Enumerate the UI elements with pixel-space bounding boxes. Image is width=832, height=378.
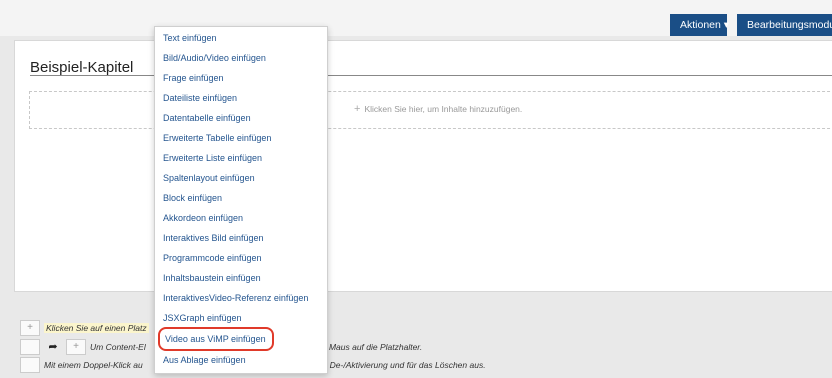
help-text-end: r Maus auf die Platzhalter. bbox=[323, 342, 423, 352]
help-text-start: Klicken Sie auf einen Platz bbox=[44, 323, 149, 333]
menu-item-column-layout[interactable]: Spaltenlayout einfügen bbox=[163, 171, 255, 185]
help-text-start: Mit einem Doppel-Klick au bbox=[44, 360, 143, 370]
top-toolbar: Aktionen ▾ Bearbeitungsmodus bbox=[0, 0, 832, 36]
menu-item-interactive-image[interactable]: Interaktives Bild einfügen bbox=[163, 231, 264, 245]
chapter-title: Beispiel-Kapitel bbox=[30, 59, 134, 76]
menu-item-file-list[interactable]: Dateiliste einfügen bbox=[163, 91, 237, 105]
help-text-start: Um Content-El bbox=[90, 342, 146, 352]
dropzone-hint[interactable]: + Klicken Sie hier, um Inhalte hinzuzufüg… bbox=[354, 103, 522, 115]
menu-item-block[interactable]: Block einfügen bbox=[163, 191, 222, 205]
menu-item-advanced-list[interactable]: Erweiterte Liste einfügen bbox=[163, 151, 262, 165]
title-divider bbox=[30, 75, 832, 76]
editor-help: +Klicken Sie auf einen Platzn. ➦+Um Cont… bbox=[0, 312, 832, 378]
arrow-icon: ➦ bbox=[48, 341, 58, 353]
help-text-end: r die De-/Aktivierung und für das Lösche… bbox=[310, 360, 486, 370]
menu-item-paste-from-clipboard[interactable]: Aus Ablage einfügen bbox=[163, 353, 246, 367]
menu-item-accordion[interactable]: Akkordeon einfügen bbox=[163, 211, 243, 225]
menu-item-content-snippet[interactable]: Inhaltsbaustein einfügen bbox=[163, 271, 261, 285]
menu-item-media[interactable]: Bild/Audio/Video einfügen bbox=[163, 51, 266, 65]
edit-mode-button[interactable]: Bearbeitungsmodus bbox=[737, 14, 832, 36]
insert-content-menu: Text einfügen Bild/Audio/Video einfügen … bbox=[154, 26, 328, 374]
actions-dropdown-button[interactable]: Aktionen ▾ bbox=[670, 14, 729, 36]
empty-box-icon bbox=[20, 339, 40, 355]
content-dropzone[interactable]: + Klicken Sie hier, um Inhalte hinzuzufüg… bbox=[29, 91, 832, 129]
page-editor-panel: Beispiel-Kapitel + Klicken Sie hier, um I… bbox=[14, 40, 832, 292]
menu-item-data-table[interactable]: Datentabelle einfügen bbox=[163, 111, 251, 125]
menu-item-jsxgraph[interactable]: JSXGraph einfügen bbox=[163, 311, 242, 325]
menu-item-advanced-table[interactable]: Erweiterte Tabelle einfügen bbox=[163, 131, 271, 145]
menu-item-interactive-video[interactable]: InteraktivesVideo-Referenz einfügen bbox=[163, 291, 308, 305]
menu-item-code[interactable]: Programmcode einfügen bbox=[163, 251, 262, 265]
dropzone-hint-text: Klicken Sie hier, um Inhalte hinzuzufüge… bbox=[364, 104, 523, 114]
plus-icon: + bbox=[354, 103, 361, 115]
menu-item-vimp-video[interactable]: Video aus ViMP einfügen bbox=[158, 327, 274, 351]
menu-item-question[interactable]: Frage einfügen bbox=[163, 71, 224, 85]
empty-box-icon bbox=[20, 357, 40, 373]
add-placeholder-icon: + bbox=[66, 339, 86, 355]
add-placeholder-icon: + bbox=[20, 320, 40, 336]
menu-item-text[interactable]: Text einfügen bbox=[163, 31, 217, 45]
